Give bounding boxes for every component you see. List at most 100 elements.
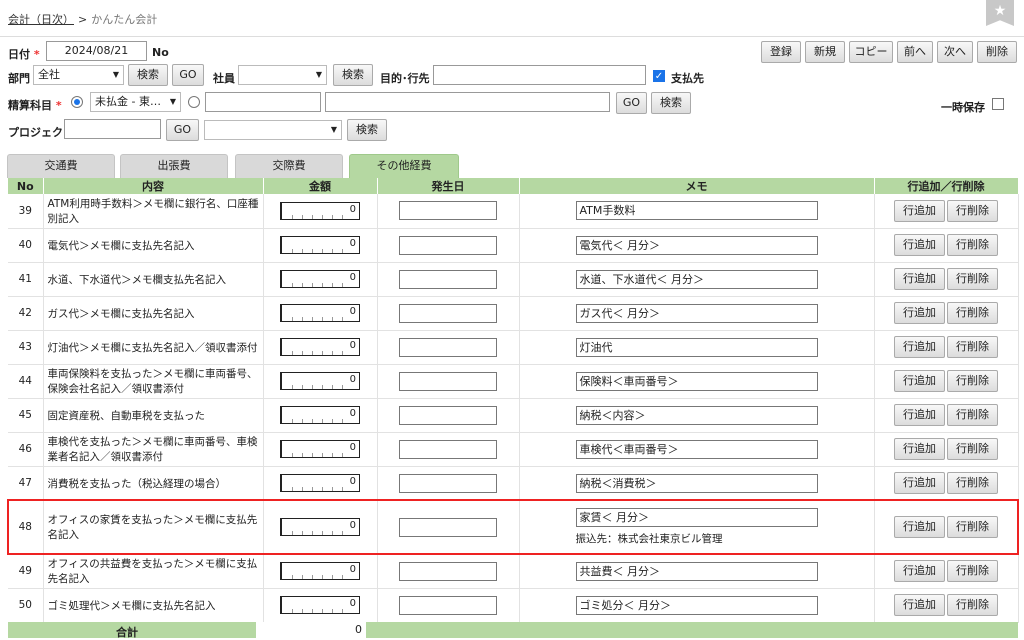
payee-checkbox[interactable]: ✓ (653, 70, 665, 82)
row-no: 40 (8, 228, 44, 263)
row-delete-button[interactable]: 行削除 (947, 234, 998, 256)
row-delete-button[interactable]: 行削除 (947, 516, 998, 538)
amount-input[interactable]: 0 (280, 518, 360, 536)
amount-input[interactable]: 0 (280, 474, 360, 492)
date-field[interactable] (399, 371, 497, 391)
project-go-button[interactable]: GO (166, 119, 199, 141)
account-search-button[interactable]: 検索 (651, 92, 691, 114)
amount-input[interactable]: 0 (280, 338, 360, 356)
new-button[interactable]: 新規 (805, 41, 845, 63)
row-delete-button[interactable]: 行削除 (947, 268, 998, 290)
bookmark-star-icon[interactable]: ★ (986, 0, 1014, 26)
purpose-label: 目的･行先 (380, 72, 430, 85)
memo-input[interactable]: 家賃＜ 月分＞ (575, 508, 818, 527)
account-radio-input[interactable] (188, 96, 200, 108)
amount-input[interactable]: 0 (280, 562, 360, 580)
date-field[interactable] (399, 561, 497, 581)
project-code-input[interactable] (64, 119, 161, 139)
row-add-button[interactable]: 行追加 (894, 472, 945, 494)
amount-input[interactable]: 0 (280, 236, 360, 254)
memo-input[interactable]: 納税＜内容＞ (575, 405, 818, 425)
account-radio-select[interactable] (71, 96, 83, 108)
date-field[interactable] (399, 439, 497, 459)
date-input[interactable]: 2024/08/21 (46, 41, 147, 61)
account-go-button[interactable]: GO (616, 92, 647, 114)
row-delete-button[interactable]: 行削除 (947, 370, 998, 392)
date-field[interactable] (399, 269, 497, 289)
row-add-button[interactable]: 行追加 (894, 594, 945, 616)
amount-value: 0 (349, 598, 356, 609)
amount-input[interactable]: 0 (280, 304, 360, 322)
row-add-button[interactable]: 行追加 (894, 302, 945, 324)
dept-go-button[interactable]: GO (172, 64, 204, 86)
account-name-input[interactable] (325, 92, 610, 112)
date-field[interactable] (399, 405, 497, 425)
date-field[interactable] (399, 595, 497, 615)
date-label: 日付 * (8, 48, 40, 61)
staff-search-button[interactable]: 検索 (333, 64, 373, 86)
memo-input[interactable]: 水道、下水道代＜ 月分＞ (575, 269, 818, 289)
date-field[interactable] (399, 303, 497, 323)
memo-input[interactable]: 共益費＜ 月分＞ (575, 561, 818, 581)
row-add-button[interactable]: 行追加 (894, 336, 945, 358)
row-add-button[interactable]: 行追加 (894, 560, 945, 582)
date-field[interactable] (399, 473, 497, 493)
copy-button[interactable]: コピー (849, 41, 893, 63)
memo-input[interactable]: ガス代＜ 月分＞ (575, 303, 818, 323)
temp-save-checkbox[interactable] (992, 98, 1004, 110)
row-delete-button[interactable]: 行削除 (947, 199, 998, 222)
row-delete-button[interactable]: 行削除 (947, 560, 998, 582)
row-delete-button[interactable]: 行削除 (947, 336, 998, 358)
row-add-button[interactable]: 行追加 (894, 370, 945, 392)
row-delete-button[interactable]: 行削除 (947, 438, 998, 460)
account-select[interactable]: 未払金 - 東… ▼ (90, 92, 181, 112)
breadcrumb-separator: > (78, 13, 88, 26)
row-delete-button[interactable]: 行削除 (947, 472, 998, 494)
dept-search-button[interactable]: 検索 (128, 64, 168, 86)
row-delete-button[interactable]: 行削除 (947, 302, 998, 324)
amount-input[interactable]: 0 (280, 440, 360, 458)
tab-other-expenses[interactable]: その他経費 (349, 154, 459, 179)
row-add-button[interactable]: 行追加 (894, 404, 945, 426)
tab-entertainment[interactable]: 交際費 (235, 154, 343, 178)
row-add-button[interactable]: 行追加 (894, 438, 945, 460)
date-field[interactable] (399, 517, 497, 537)
amount-input[interactable]: 0 (280, 406, 360, 424)
amount-input[interactable]: 0 (280, 270, 360, 288)
delete-button[interactable]: 削除 (977, 41, 1017, 63)
date-field[interactable] (399, 337, 497, 357)
dept-select[interactable]: 全社 ▼ (33, 65, 124, 85)
memo-input[interactable]: ATM手数料 (575, 201, 818, 221)
memo-input[interactable]: 納税＜消費税＞ (575, 473, 818, 493)
memo-input[interactable]: 電気代＜ 月分＞ (575, 235, 818, 255)
amount-value: 0 (349, 442, 356, 453)
account-code-input[interactable] (205, 92, 321, 112)
row-delete-button[interactable]: 行削除 (947, 594, 998, 616)
row-add-button[interactable]: 行追加 (894, 268, 945, 290)
tab-transport[interactable]: 交通費 (7, 154, 115, 178)
staff-select[interactable]: ▼ (238, 65, 327, 85)
row-add-button[interactable]: 行追加 (894, 516, 945, 538)
amount-input[interactable]: 0 (280, 201, 360, 220)
date-field[interactable] (399, 235, 497, 255)
project-search-button[interactable]: 検索 (347, 119, 387, 141)
memo-input[interactable]: 灯油代 (575, 337, 818, 357)
tab-business-trip[interactable]: 出張費 (120, 154, 228, 178)
amount-input[interactable]: 0 (280, 372, 360, 390)
next-button[interactable]: 次へ (937, 41, 973, 63)
project-select[interactable]: ▼ (204, 120, 342, 140)
row-add-button[interactable]: 行追加 (894, 234, 945, 256)
amount-value: 0 (349, 306, 356, 317)
row-add-button[interactable]: 行追加 (894, 199, 945, 222)
row-delete-button[interactable]: 行削除 (947, 404, 998, 426)
register-button[interactable]: 登録 (761, 41, 801, 63)
table-row: 44 車両保険料を支払った＞メモ欄に車両番号、保険会社名記入／領収書添付 0 保険料＜… (8, 364, 1019, 399)
breadcrumb-link[interactable]: 会計（日次） (8, 13, 74, 26)
amount-input[interactable]: 0 (280, 596, 360, 614)
memo-input[interactable]: 車検代＜車両番号＞ (575, 439, 818, 459)
memo-input[interactable]: ゴミ処分＜ 月分＞ (575, 595, 818, 615)
prev-button[interactable]: 前へ (897, 41, 933, 63)
memo-input[interactable]: 保険料＜車両番号＞ (575, 371, 818, 391)
date-field[interactable] (399, 201, 497, 221)
purpose-input[interactable] (433, 65, 646, 85)
